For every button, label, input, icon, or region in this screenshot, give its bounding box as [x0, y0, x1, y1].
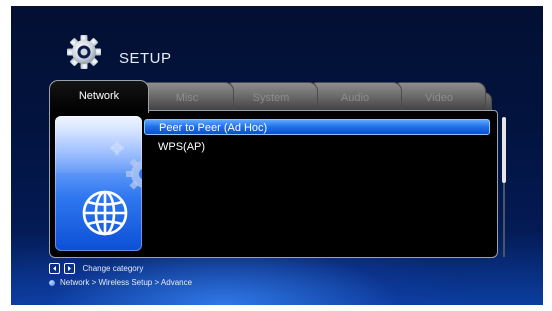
arrow-right-icon: [64, 263, 76, 275]
tab-network[interactable]: Network: [49, 80, 149, 113]
menu-item-peer-to-peer[interactable]: Peer to Peer (Ad Hoc): [144, 119, 490, 135]
scrollbar[interactable]: [502, 117, 506, 257]
globe-icon: [82, 190, 128, 236]
tab-system[interactable]: System: [224, 82, 318, 111]
hint-label: Change category: [82, 264, 144, 273]
tab-audio[interactable]: Audio: [308, 82, 402, 111]
bullet-icon: [49, 279, 55, 286]
scrollbar-thumb[interactable]: [502, 117, 506, 183]
breadcrumb: Network > Wireless Setup > Advance: [49, 277, 192, 289]
gear-icon: [110, 141, 142, 190]
gear-icon: [66, 34, 102, 70]
breadcrumb-text: Network > Wireless Setup > Advance: [60, 278, 193, 287]
tab-misc[interactable]: Misc: [140, 82, 234, 111]
key-hint: Change category: [49, 263, 143, 275]
page-title: SETUP: [119, 50, 172, 67]
menu-item-wps-ap[interactable]: WPS(AP): [144, 139, 490, 155]
category-card: [55, 116, 142, 251]
tab-video[interactable]: Video: [392, 82, 486, 111]
arrow-left-icon: [49, 263, 60, 275]
